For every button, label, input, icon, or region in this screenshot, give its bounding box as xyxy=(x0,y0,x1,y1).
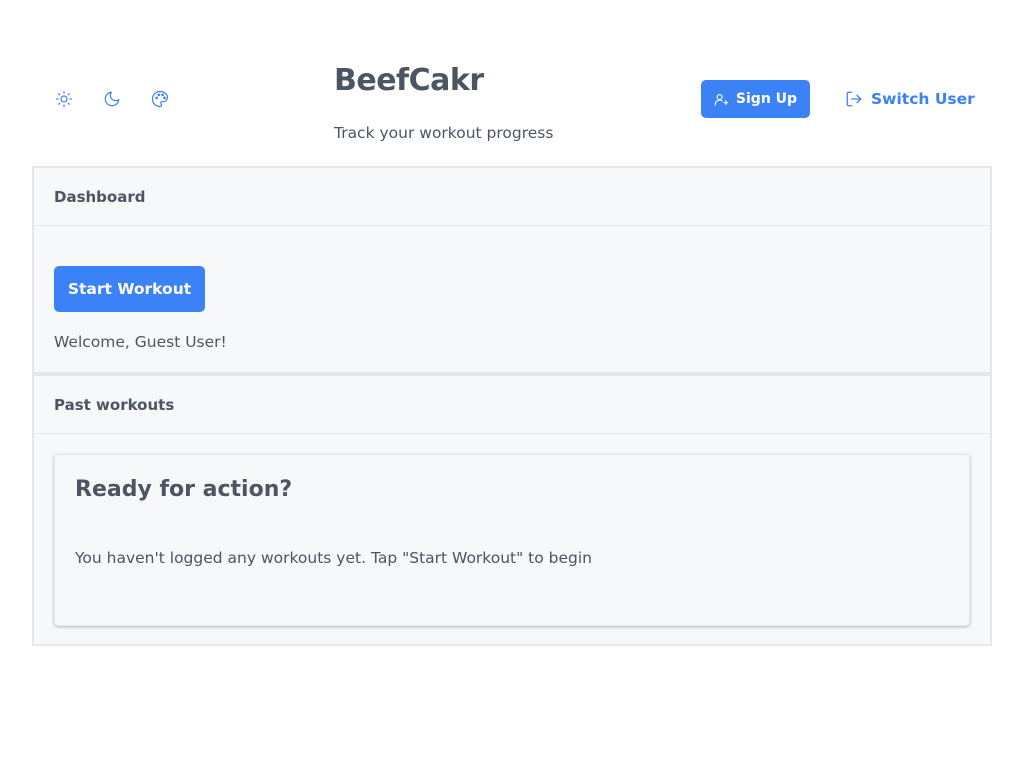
switch-user-label: Switch User xyxy=(871,90,975,108)
switch-user-button[interactable]: Switch User xyxy=(845,88,975,110)
app-header: BeefCakr Track your workout progress Sig… xyxy=(0,0,1024,166)
start-workout-button[interactable]: Start Workout xyxy=(54,266,205,312)
past-workouts-panel: Past workouts Ready for action? You have… xyxy=(32,374,992,646)
sign-up-label: Sign Up xyxy=(735,91,798,107)
palette-icon[interactable] xyxy=(150,89,170,109)
brand: BeefCakr Track your workout progress xyxy=(334,62,553,143)
theme-switcher xyxy=(54,89,170,109)
sign-up-button[interactable]: Sign Up xyxy=(701,80,810,118)
past-workouts-heading: Past workouts xyxy=(34,376,990,434)
empty-state-title: Ready for action? xyxy=(75,477,293,502)
log-out-icon xyxy=(846,91,862,107)
app-subtitle: Track your workout progress xyxy=(334,124,554,142)
welcome-message: Welcome, Guest User! xyxy=(54,333,227,351)
sun-icon[interactable] xyxy=(54,89,74,109)
empty-state-text: You haven't logged any workouts yet. Tap… xyxy=(75,549,592,567)
dashboard-heading: Dashboard xyxy=(34,168,990,226)
app-title: BeefCakr xyxy=(334,63,484,98)
moon-icon[interactable] xyxy=(102,89,122,109)
empty-state-card: Ready for action? You haven't logged any… xyxy=(54,454,970,626)
user-plus-icon xyxy=(714,93,729,106)
dashboard-panel: Dashboard Start Workout Welcome, Guest U… xyxy=(32,166,992,374)
